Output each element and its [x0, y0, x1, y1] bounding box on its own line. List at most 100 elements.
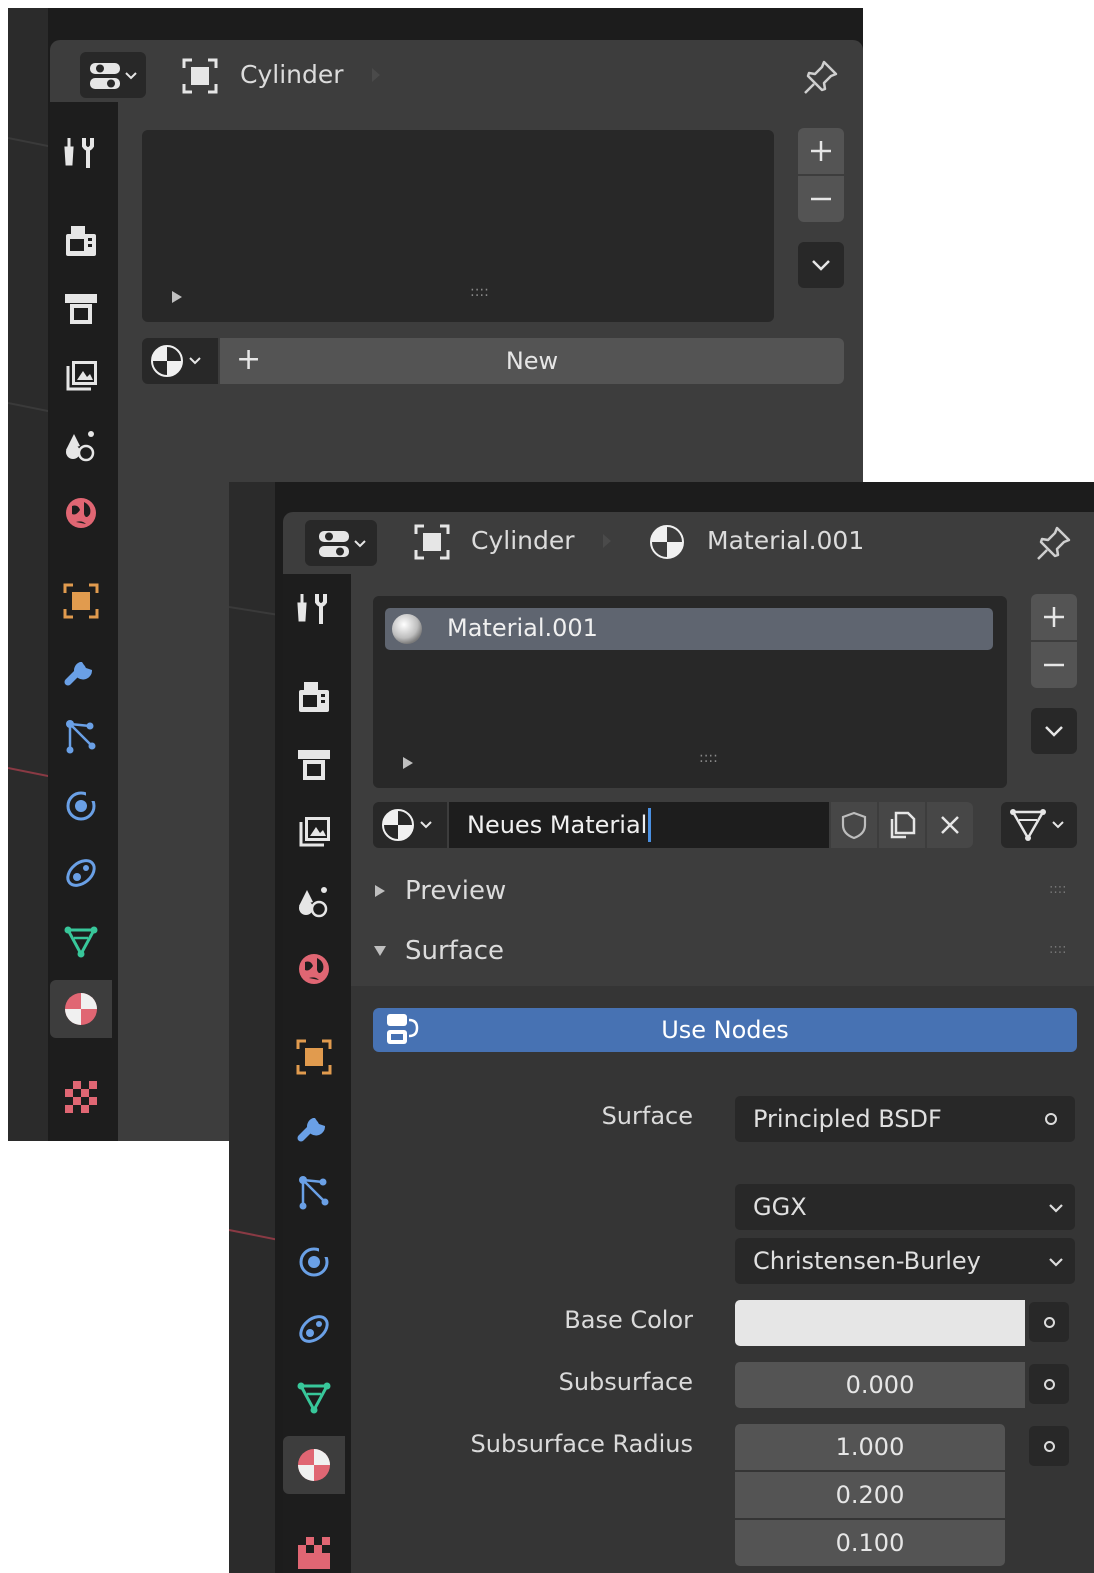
surface-shader-value: Principled BSDF	[753, 1105, 942, 1133]
render-icon	[66, 226, 96, 256]
subsurface-socket[interactable]	[1029, 1364, 1069, 1404]
new-button-label: New	[505, 347, 559, 375]
tab-scene[interactable]	[50, 416, 112, 474]
editor-type-button[interactable]	[305, 520, 377, 566]
tab-physics[interactable]	[50, 776, 112, 834]
add-icon	[1044, 607, 1064, 627]
object-props-icon	[63, 583, 99, 619]
duplicate-material-button[interactable]	[879, 802, 925, 848]
subsurface-radius-y[interactable]: 0.200	[735, 1472, 1005, 1518]
remove-slot-button[interactable]	[798, 176, 844, 222]
tab-material[interactable]	[283, 1436, 345, 1494]
material-name-input[interactable]: Neues Material	[449, 802, 829, 848]
tab-data[interactable]	[50, 912, 112, 970]
scene-icon	[66, 431, 95, 462]
close-icon	[941, 816, 959, 834]
tab-render[interactable]	[283, 668, 345, 726]
material-slot-list[interactable]	[142, 130, 774, 322]
tab-output[interactable]	[50, 280, 112, 338]
subsurface-method-dropdown[interactable]: Christensen-Burley	[735, 1238, 1075, 1284]
base-color-swatch[interactable]	[735, 1300, 1025, 1346]
material-icon	[65, 993, 97, 1025]
tab-constraints[interactable]	[283, 1300, 345, 1358]
tab-scene[interactable]	[283, 872, 345, 930]
tab-view-layer[interactable]	[50, 348, 112, 406]
data-icon	[64, 926, 98, 958]
socket-icon	[1045, 1113, 1057, 1125]
tab-world[interactable]	[50, 484, 112, 542]
add-icon: +	[236, 342, 262, 377]
tab-texture[interactable]	[50, 1068, 112, 1126]
add-icon	[811, 141, 831, 161]
material-icon	[298, 1449, 330, 1481]
expand-triangle-icon[interactable]	[401, 756, 415, 770]
remove-slot-button[interactable]	[1031, 642, 1077, 688]
texture-icon	[298, 1537, 330, 1569]
subsurface-radius-z[interactable]: 0.100	[735, 1520, 1005, 1566]
remove-icon	[811, 197, 831, 201]
browse-material-button[interactable]	[373, 802, 447, 848]
tab-constraints[interactable]	[50, 844, 112, 902]
tab-particles[interactable]	[283, 1164, 345, 1222]
use-nodes-button[interactable]: Use Nodes	[373, 1008, 1077, 1052]
preview-panel-header[interactable]: Preview ::::	[351, 866, 1094, 918]
front-properties-window: Cylinder Material.001 Material.001:::: …	[229, 482, 1094, 1573]
tab-tool[interactable]	[50, 124, 112, 182]
tab-modifiers[interactable]	[50, 640, 112, 698]
object-icon	[182, 58, 218, 94]
list-resize-grip[interactable]: ::::	[470, 284, 489, 300]
remove-icon	[1044, 663, 1064, 667]
surface-shader-field[interactable]: Principled BSDF	[735, 1096, 1075, 1142]
browse-material-button[interactable]	[142, 338, 218, 384]
add-slot-button[interactable]	[798, 128, 844, 174]
editor-type-icon	[90, 63, 137, 89]
tab-view-layer[interactable]	[283, 804, 345, 862]
subsurface-field[interactable]: 0.000	[735, 1362, 1025, 1408]
physics-icon	[299, 1245, 331, 1277]
editor-type-button[interactable]	[80, 52, 146, 98]
material-browse-icon	[151, 345, 201, 377]
tab-texture[interactable]	[283, 1524, 345, 1573]
subsurface-radius-socket[interactable]	[1029, 1426, 1069, 1466]
pin-icon[interactable]	[1035, 524, 1073, 562]
add-slot-button[interactable]	[1031, 594, 1077, 640]
tab-data[interactable]	[283, 1368, 345, 1426]
expand-triangle-icon[interactable]	[170, 290, 184, 304]
texture-icon	[65, 1081, 97, 1113]
expanded-triangle-icon	[374, 946, 386, 956]
slot-specials-button[interactable]	[798, 242, 844, 288]
tab-tool[interactable]	[283, 580, 345, 638]
render-icon	[299, 682, 329, 712]
tab-physics[interactable]	[283, 1232, 345, 1290]
tab-output[interactable]	[283, 736, 345, 794]
tab-particles[interactable]	[50, 708, 112, 766]
output-icon	[298, 750, 330, 780]
panel-drag-grip[interactable]: ::::	[1049, 882, 1067, 897]
tab-render[interactable]	[50, 212, 112, 270]
subsurface-radius-x[interactable]: 1.000	[735, 1424, 1005, 1470]
chevron-down-icon	[1049, 1258, 1063, 1267]
tab-object[interactable]	[50, 572, 112, 630]
tab-modifiers[interactable]	[283, 1096, 345, 1154]
tab-world[interactable]	[283, 940, 345, 998]
front-properties-editor: Cylinder Material.001 Material.001:::: …	[283, 512, 1094, 1573]
link-type-dropdown[interactable]	[1001, 802, 1077, 848]
pin-icon[interactable]	[802, 58, 840, 96]
distribution-dropdown[interactable]: GGX	[735, 1184, 1075, 1230]
panel-drag-grip[interactable]: ::::	[1049, 942, 1067, 957]
breadcrumb-material: Material.001	[707, 526, 865, 555]
unlink-material-button[interactable]	[927, 802, 973, 848]
preview-panel-label: Preview	[405, 876, 507, 906]
surface-panel-header[interactable]: Surface ::::	[351, 926, 1094, 978]
slot-specials-button[interactable]	[1031, 708, 1077, 754]
distribution-value: GGX	[753, 1193, 807, 1221]
properties-tab-bar	[283, 574, 351, 1573]
fake-user-button[interactable]	[831, 802, 877, 848]
new-material-button[interactable]: + New	[220, 338, 844, 384]
scene-icon	[299, 887, 328, 918]
tab-material[interactable]	[50, 980, 112, 1038]
material-slot-item[interactable]: Material.001	[385, 608, 993, 650]
base-color-socket[interactable]	[1029, 1302, 1069, 1342]
list-resize-grip[interactable]: ::::	[699, 750, 718, 766]
tab-object[interactable]	[283, 1028, 345, 1086]
